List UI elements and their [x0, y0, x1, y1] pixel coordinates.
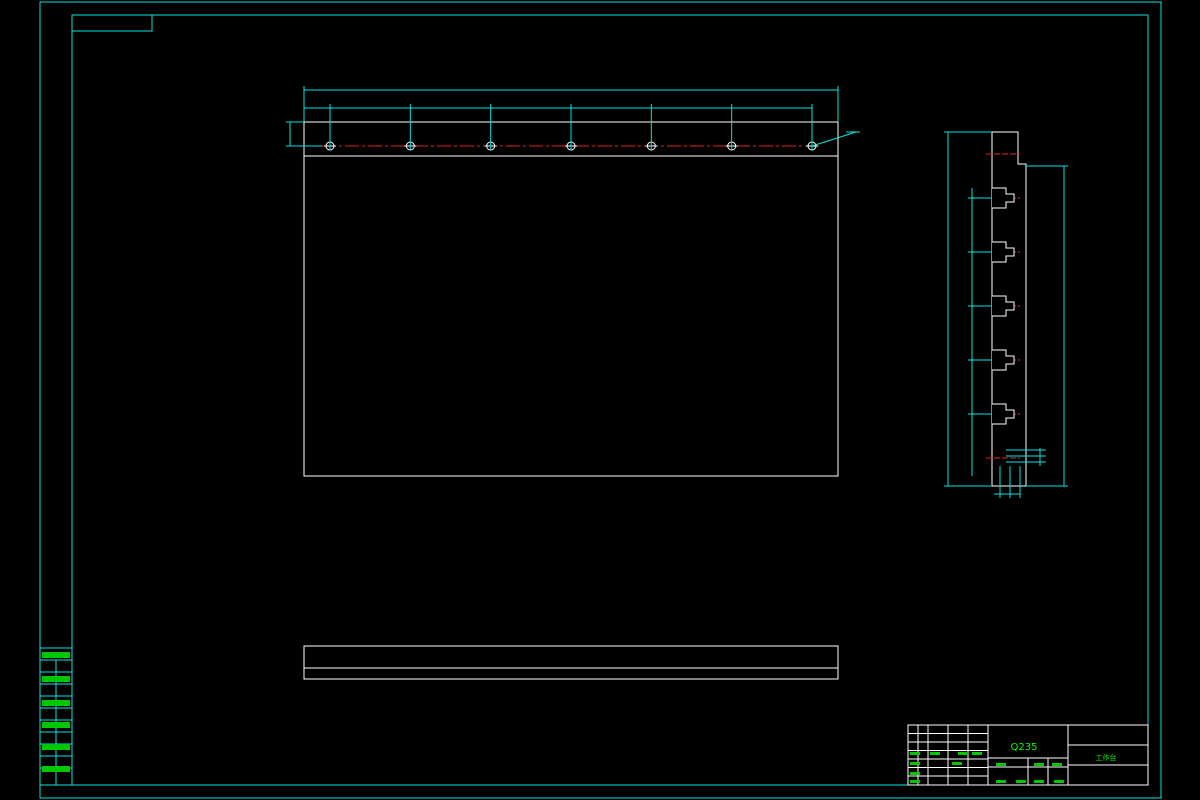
notes-frame: [303, 645, 839, 680]
binding-margin-table: [39, 647, 73, 786]
t-slot: [992, 187, 1015, 209]
t-slot: [992, 403, 1015, 425]
side-view: [944, 131, 1068, 498]
title-cell-mark: [996, 763, 1006, 766]
title-cell-mark: [952, 762, 962, 765]
title-cell-mark: [1034, 780, 1044, 783]
title-block: Q235 工作台: [907, 724, 1149, 786]
title-cell-mark: [1034, 763, 1044, 766]
t-slot: [992, 295, 1015, 317]
title-cell-mark: [972, 752, 982, 755]
binding-cell-mark: [42, 652, 70, 658]
notes-box: [303, 645, 839, 680]
material-label: Q235: [1011, 742, 1038, 753]
binding-cell-mark: [42, 700, 70, 706]
title-cell-mark: [930, 752, 940, 755]
front-view: [286, 86, 860, 477]
binding-cell-mark: [42, 766, 70, 772]
title-cell-mark: [958, 752, 968, 755]
title-cell-mark: [910, 762, 920, 765]
hole-leader-line: [811, 131, 857, 147]
front-dimensions: [286, 86, 860, 147]
binding-cell-mark: [42, 722, 70, 728]
title-cell-mark: [910, 752, 920, 755]
revision-grid: [908, 725, 1064, 785]
part-name-label: 工作台: [1096, 753, 1117, 762]
hole-spacing-ticks: [329, 104, 813, 150]
t-slot: [992, 241, 1015, 263]
binding-cell-mark: [42, 744, 70, 750]
inner-frame: [71, 14, 1149, 786]
binding-cell-mark: [42, 676, 70, 682]
cad-drawing-canvas: Q235 工作台: [39, 1, 1162, 799]
title-cell-mark: [910, 780, 920, 783]
title-cell-mark: [910, 772, 920, 775]
t-slot: [992, 349, 1015, 371]
workbench-plate-outline: [303, 121, 839, 477]
title-cell-mark: [1052, 763, 1062, 766]
title-cell-mark: [1054, 780, 1064, 783]
title-cell-mark: [996, 780, 1006, 783]
code-box: [71, 14, 153, 32]
title-cell-mark: [1016, 780, 1026, 783]
